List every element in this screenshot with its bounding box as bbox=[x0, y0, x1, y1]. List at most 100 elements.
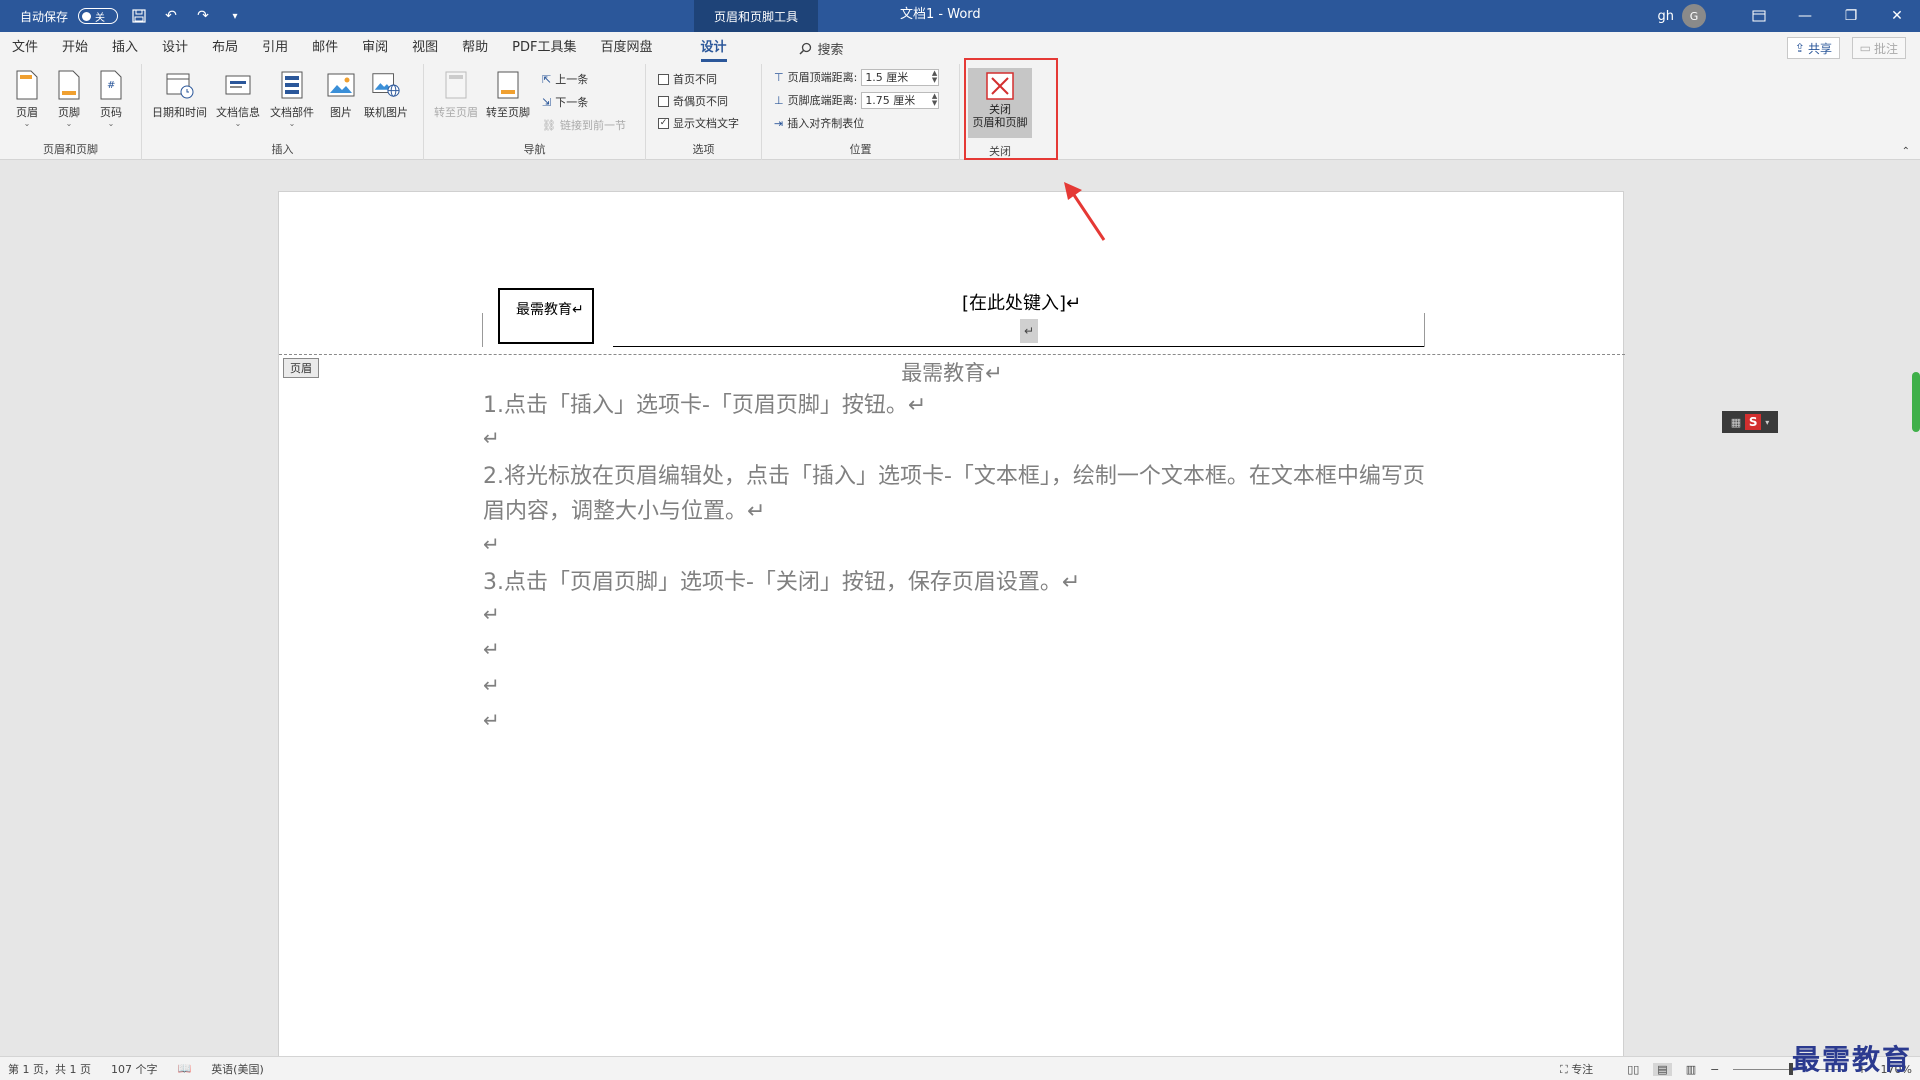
odd-even-label: 奇偶页不同 bbox=[673, 95, 728, 108]
tab-mailings[interactable]: 邮件 bbox=[300, 32, 350, 64]
goto-header-button[interactable]: 转至页眉 bbox=[434, 68, 478, 120]
comments-button[interactable]: ▭ 批注 bbox=[1851, 37, 1906, 59]
paragraph-1: 1.点击「插入」选项卡-「页眉页脚」按钮。↵ bbox=[483, 393, 927, 418]
read-mode-icon[interactable]: ▯▯ bbox=[1627, 1063, 1639, 1076]
next-label: 下一条 bbox=[555, 96, 589, 109]
checkbox-unchecked bbox=[658, 95, 669, 107]
tab-file[interactable]: 文件 bbox=[0, 32, 50, 64]
link-icon: ⛓ bbox=[542, 118, 556, 132]
footer-bottom-spinner[interactable]: 1.75 厘米 ▲ ▼ bbox=[861, 91, 940, 109]
chevron-down-icon: ▾ bbox=[1765, 417, 1770, 427]
page-number-icon: # bbox=[96, 68, 126, 102]
tab-view[interactable]: 视图 bbox=[400, 32, 450, 64]
page-number-button[interactable]: # 页码 ⌄ bbox=[96, 68, 126, 128]
share-button[interactable]: ⇪ 共享 bbox=[1786, 37, 1840, 59]
group-label: 导航 bbox=[523, 143, 546, 156]
header-textbox[interactable]: 最需教育↵ bbox=[498, 288, 594, 344]
tab-header-footer-design[interactable]: 设计 bbox=[689, 32, 739, 64]
footer-label: 页脚 bbox=[58, 106, 80, 119]
group-options: 首页不同 奇偶页不同 ✓ 显示文档文字 选项 bbox=[646, 64, 762, 160]
save-icon[interactable] bbox=[128, 5, 150, 27]
picture-label: 图片 bbox=[330, 106, 352, 119]
first-page-label: 首页不同 bbox=[673, 73, 717, 86]
undo-icon[interactable]: ↶ bbox=[160, 5, 182, 27]
web-layout-icon[interactable]: ▥ bbox=[1686, 1063, 1696, 1076]
tab-layout[interactable]: 布局 bbox=[200, 32, 250, 64]
footer-button[interactable]: 页脚 ⌄ bbox=[54, 68, 84, 128]
header-top-spinner[interactable]: 1.5 厘米 ▲ ▼ bbox=[861, 68, 940, 86]
print-layout-icon[interactable]: ▤ bbox=[1653, 1062, 1672, 1076]
paragraph-mark: ↵ bbox=[483, 673, 500, 697]
close-window-icon[interactable]: ✕ bbox=[1874, 0, 1920, 32]
spinner-arrows-icon: ▲ ▼ bbox=[931, 68, 938, 84]
document-info-label: 文档信息 bbox=[216, 106, 260, 119]
footer-icon bbox=[54, 68, 84, 102]
tab-pdf-tools[interactable]: PDF工具集 bbox=[500, 32, 588, 64]
group-insert: 日期和时间 文档信息 ⌄ 文档部件 ⌄ 图片 联机图片 插入 bbox=[142, 64, 424, 160]
tab-help[interactable]: 帮助 bbox=[450, 32, 500, 64]
focus-icon: ⛶ bbox=[1559, 1063, 1568, 1076]
group-navigation: 转至页眉 转至页脚 ⇱ 上一条 ⇲ 下一条 ⛓ 链接到前一节 导航 bbox=[424, 64, 646, 160]
ime-toolbar[interactable]: ▦ S ▾ bbox=[1722, 411, 1778, 433]
previous-label: 上一条 bbox=[555, 73, 589, 86]
page-count[interactable]: 第 1 页，共 1 页 bbox=[8, 1061, 91, 1077]
ribbon-display-options-icon[interactable] bbox=[1736, 0, 1782, 32]
title-bar: 自动保存 关 ↶ ↷ ▾ 页眉和页脚工具 文档1 - Word gh G — ❐… bbox=[0, 0, 1920, 32]
tab-home[interactable]: 开始 bbox=[50, 32, 100, 64]
tab-insert[interactable]: 插入 bbox=[100, 32, 150, 64]
link-to-previous-button[interactable]: ⛓ 链接到前一节 bbox=[542, 116, 626, 134]
document-parts-button[interactable]: 文档部件 ⌄ bbox=[270, 68, 314, 128]
paragraph-2: 2.将光标放在页眉编辑处，点击「插入」选项卡-「文本框」，绘制一个文本框。在文本… bbox=[483, 464, 1425, 524]
date-time-button[interactable]: 日期和时间 bbox=[152, 68, 207, 120]
picture-icon bbox=[326, 68, 356, 102]
tab-review[interactable]: 审阅 bbox=[350, 32, 400, 64]
previous-button[interactable]: ⇱ 上一条 bbox=[542, 70, 588, 88]
paragraph-mark: ↵ bbox=[483, 426, 500, 450]
word-count[interactable]: 107 个字 bbox=[111, 1061, 158, 1077]
header-placeholder[interactable]: [在此处键入]↵ bbox=[962, 289, 1081, 315]
page-number-label: 页码 bbox=[100, 106, 122, 119]
focus-button[interactable]: ⛶ 专注 bbox=[1560, 1061, 1593, 1077]
context-tool-title: 页眉和页脚工具 bbox=[694, 0, 818, 32]
page[interactable]: 最需教育↵ [在此处键入]↵ ↵ 页眉 最需教育↵ 1.点击「插入」选项卡-「页… bbox=[278, 191, 1625, 1071]
avatar[interactable]: G bbox=[1682, 4, 1706, 28]
tab-design[interactable]: 设计 bbox=[150, 32, 200, 64]
tab-baidu-netdisk[interactable]: 百度网盘 bbox=[588, 32, 664, 64]
toggle-knob bbox=[82, 11, 92, 21]
picture-button[interactable]: 图片 bbox=[326, 68, 356, 120]
restore-icon[interactable]: ❐ bbox=[1828, 0, 1874, 32]
link-previous-label: 链接到前一节 bbox=[559, 119, 626, 132]
minimize-icon[interactable]: — bbox=[1782, 0, 1828, 32]
tab-references[interactable]: 引用 bbox=[250, 32, 300, 64]
zoom-out-icon[interactable]: − bbox=[1710, 1063, 1719, 1076]
header-button[interactable]: 页眉 ⌄ bbox=[12, 68, 42, 128]
online-picture-button[interactable]: 联机图片 bbox=[364, 68, 408, 120]
collapse-ribbon-icon[interactable]: ⌃ bbox=[1902, 146, 1910, 157]
sogou-ime-icon: S bbox=[1745, 414, 1762, 430]
odd-even-different-checkbox[interactable]: 奇偶页不同 bbox=[658, 92, 728, 110]
scrollbar-thumb[interactable] bbox=[1912, 372, 1920, 432]
show-document-text-checkbox[interactable]: ✓ 显示文档文字 bbox=[658, 114, 739, 132]
paragraph-mark: ↵ bbox=[483, 637, 500, 661]
insert-alignment-tab-button[interactable]: ⇥ 插入对齐制表位 bbox=[774, 114, 864, 132]
customize-quick-access-icon[interactable]: ▾ bbox=[224, 5, 246, 27]
language[interactable]: 英语(美国) bbox=[211, 1061, 264, 1077]
document-parts-icon bbox=[277, 68, 307, 102]
redo-icon[interactable]: ↷ bbox=[192, 5, 214, 27]
goto-footer-button[interactable]: 转至页脚 bbox=[486, 68, 530, 120]
goto-footer-label: 转至页脚 bbox=[486, 106, 530, 119]
proofing-icon[interactable]: 📖 bbox=[177, 1062, 191, 1075]
calendar-clock-icon bbox=[165, 68, 195, 102]
paragraph-mark: ↵ bbox=[483, 602, 500, 626]
keyboard-icon: ▦ bbox=[1730, 415, 1742, 429]
paragraph-3: 3.点击「页眉页脚」选项卡-「关闭」按钮，保存页眉设置。↵ bbox=[483, 570, 1081, 595]
crop-mark bbox=[1424, 313, 1425, 347]
first-page-different-checkbox[interactable]: 首页不同 bbox=[658, 70, 717, 88]
autosave-toggle[interactable]: 关 bbox=[78, 8, 119, 24]
spinner-arrows-icon: ▲ ▼ bbox=[931, 91, 938, 107]
search-box[interactable]: 搜索 bbox=[798, 39, 844, 58]
user-name[interactable]: gh bbox=[1658, 9, 1675, 24]
document-info-button[interactable]: 文档信息 ⌄ bbox=[216, 68, 260, 128]
next-button[interactable]: ⇲ 下一条 bbox=[542, 93, 588, 111]
annotation-arrow-icon bbox=[1064, 182, 1106, 241]
